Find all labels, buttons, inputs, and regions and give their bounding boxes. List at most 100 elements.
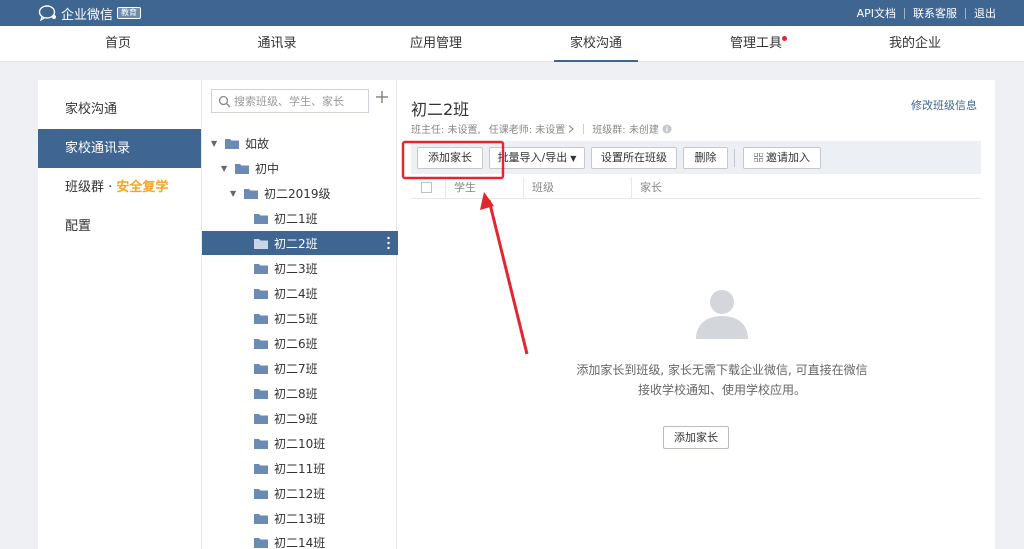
divider — [965, 7, 966, 19]
teachers-info[interactable]: 任课老师: 未设置 — [489, 121, 566, 136]
tree-node-class-selected[interactable]: 初二2班 — [202, 231, 398, 255]
tree-node-class[interactable]: 初二12班 — [202, 481, 398, 505]
folder-icon — [254, 363, 268, 374]
tree-node-label: 初二10班 — [274, 436, 326, 451]
user-placeholder-icon — [696, 290, 748, 339]
head-teacher-info: 班主任: 未设置, — [411, 125, 481, 136]
tree-node-label: 初二2班 — [274, 236, 318, 251]
invite-button[interactable]: 邀请加入 — [743, 147, 821, 169]
info-icon[interactable] — [662, 124, 672, 134]
logo[interactable]: 企业微信 教育 — [38, 4, 142, 23]
nav-app-management[interactable]: 应用管理 — [386, 26, 486, 62]
api-docs-link[interactable]: API文档 — [857, 5, 896, 21]
tree-node-class[interactable]: 初二5班 — [202, 306, 398, 330]
tree-node-label: 初二4班 — [274, 286, 318, 301]
caret-down-icon[interactable]: ▼ — [230, 189, 240, 198]
sidebar-item-class-group[interactable]: 班级群 · 安全复学 — [38, 168, 201, 207]
tree-node-label: 初二11班 — [274, 461, 326, 476]
tree-node-label: 初二6班 — [274, 336, 318, 351]
contact-support-link[interactable]: 联系客服 — [913, 5, 957, 21]
tree-node-year[interactable]: ▼ 初二2019级 — [202, 181, 398, 205]
tree-node-grade[interactable]: ▼ 初中 — [202, 156, 398, 180]
folder-icon — [225, 138, 239, 149]
tree-node-label: 初二1班 — [274, 211, 318, 226]
edit-class-info-link[interactable]: 修改班级信息 — [911, 97, 977, 113]
tree-node-label: 初二14班 — [274, 535, 326, 549]
delete-button[interactable]: 删除 — [683, 147, 728, 169]
nav-home[interactable]: 首页 — [68, 26, 168, 62]
edition-badge: 教育 — [117, 7, 142, 19]
batch-import-export-button[interactable]: 批量导入/导出 ▼ — [489, 147, 585, 169]
caret-down-icon[interactable]: ▼ — [221, 164, 231, 173]
tree-node-label: 初二12班 — [274, 486, 326, 501]
nav-home-school[interactable]: 家校沟通 — [546, 26, 646, 62]
tree-node-label: 初二8班 — [274, 386, 318, 401]
set-class-button[interactable]: 设置所在班级 — [591, 147, 677, 169]
divider — [583, 123, 585, 134]
tree-node-class[interactable]: 初二1班 — [202, 206, 398, 230]
add-icon[interactable] — [375, 90, 389, 104]
column-parent: 家长 — [631, 177, 751, 199]
class-detail: 初二2班 修改班级信息 班主任: 未设置, 任课老师: 未设置 班级群: 未创建… — [397, 80, 995, 549]
tree-node-class[interactable]: 初二11班 — [202, 456, 398, 480]
nav-management-tools[interactable]: 管理工具 — [706, 26, 806, 62]
folder-icon — [254, 313, 268, 324]
more-options-icon[interactable] — [387, 236, 390, 250]
tree-node-class[interactable]: 初二9班 — [202, 406, 398, 430]
sidebar-item-home-school[interactable]: 家校沟通 — [38, 90, 201, 129]
nav-my-company[interactable]: 我的企业 — [865, 26, 965, 62]
safe-return-highlight: 安全复学 — [116, 180, 169, 195]
logout-link[interactable]: 退出 — [974, 5, 996, 21]
sidebar: 家校沟通 家校通讯录 班级群 · 安全复学 配置 — [38, 80, 201, 549]
add-parent-button[interactable]: 添加家长 — [417, 147, 483, 169]
wecom-logo-icon — [38, 5, 56, 21]
empty-add-parent-button[interactable]: 添加家长 — [663, 426, 729, 449]
tree-node-class[interactable]: 初二3班 — [202, 256, 398, 280]
column-class: 班级 — [523, 177, 631, 199]
tree-node-label: 初二3班 — [274, 261, 318, 276]
folder-icon — [254, 488, 268, 499]
caret-down-icon[interactable]: ▼ — [211, 139, 221, 148]
folder-icon — [254, 463, 268, 474]
empty-state-line: 接收学校通知、使用学校应用。 — [637, 383, 806, 397]
main-panel: 家校沟通 家校通讯录 班级群 · 安全复学 配置 ▼ 如故 ▼ 初中 — [38, 80, 995, 549]
class-tree: ▼ 如故 ▼ 初中 ▼ 初二2019级 初二1班 初二2班 初二3班 — [201, 80, 398, 549]
tree-node-school[interactable]: ▼ 如故 — [202, 131, 398, 155]
notification-dot — [782, 36, 787, 41]
search-input[interactable] — [234, 92, 364, 110]
tree-node-class[interactable]: 初二4班 — [202, 281, 398, 305]
folder-icon — [254, 537, 268, 548]
folder-icon — [254, 413, 268, 424]
caret-down-icon: ▼ — [570, 154, 577, 163]
sidebar-item-label: 班级群 · — [65, 180, 117, 195]
class-title: 初二2班 — [411, 100, 470, 119]
divider — [734, 149, 735, 167]
grid-icon — [753, 152, 764, 163]
nav-contacts[interactable]: 通讯录 — [227, 26, 327, 62]
top-links: API文档 联系客服 退出 — [857, 0, 996, 26]
button-label: 邀请加入 — [766, 151, 810, 164]
tree-node-class[interactable]: 初二10班 — [202, 431, 398, 455]
tree-node-class[interactable]: 初二14班 — [202, 530, 398, 549]
folder-icon — [254, 438, 268, 449]
sidebar-item-config[interactable]: 配置 — [38, 207, 201, 246]
select-all-checkbox[interactable] — [421, 182, 432, 193]
tree-node-label: 初二9班 — [274, 411, 318, 426]
tree-node-label: 初二7班 — [274, 361, 318, 376]
toolbar: 添加家长 批量导入/导出 ▼ 设置所在班级 删除 邀请加入 — [411, 141, 981, 174]
tree-node-class[interactable]: 初二13班 — [202, 506, 398, 530]
folder-icon — [235, 163, 249, 174]
tree-node-label: 如故 — [245, 136, 270, 151]
chevron-right-icon[interactable] — [568, 124, 575, 133]
folder-icon — [254, 238, 268, 249]
tree-node-label: 初二2019级 — [264, 186, 331, 201]
tree-node-class[interactable]: 初二6班 — [202, 331, 398, 355]
tree-node-class[interactable]: 初二8班 — [202, 381, 398, 405]
table-header: 学生 班级 家长 — [411, 177, 981, 199]
tree-node-class[interactable]: 初二7班 — [202, 356, 398, 380]
search-icon — [218, 95, 231, 108]
sidebar-item-school-contacts[interactable]: 家校通讯录 — [38, 129, 201, 168]
divider — [904, 7, 905, 19]
column-student: 学生 — [445, 177, 523, 199]
search-box[interactable] — [211, 89, 369, 113]
